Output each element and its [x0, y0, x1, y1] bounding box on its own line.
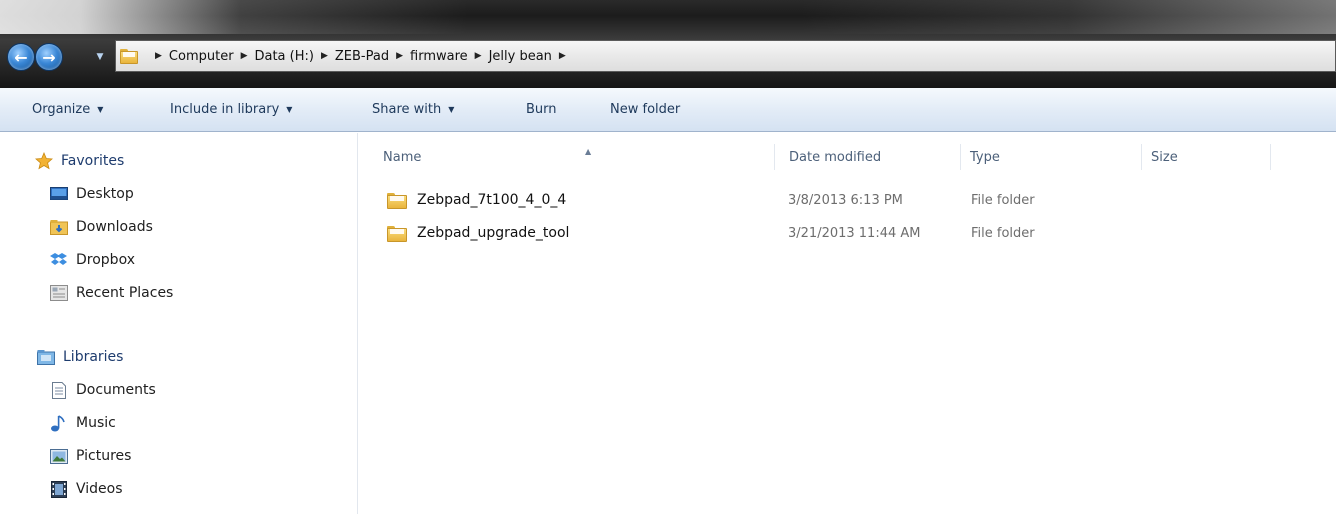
title-bar-glass: [0, 0, 1336, 34]
nav-item-music[interactable]: Music: [50, 414, 116, 431]
organize-button[interactable]: Organize ▼: [32, 102, 103, 117]
breadcrumb-separator-icon[interactable]: ▶: [155, 51, 162, 61]
recent-places-icon: [50, 285, 68, 301]
nav-group-label: Libraries: [63, 349, 124, 365]
navigation-pane: Favorites Desktop Downloads Dropbox Rece…: [0, 133, 358, 514]
nav-item-dropbox[interactable]: Dropbox: [50, 252, 135, 268]
file-list: ▲ Name Date modified Type Size Zebpad_7t…: [359, 133, 1336, 514]
sort-ascending-icon: ▲: [585, 147, 592, 156]
chevron-down-icon: ▼: [97, 105, 104, 114]
breadcrumb-zeb-pad[interactable]: ZEB-Pad: [335, 49, 389, 64]
breadcrumb-firmware[interactable]: firmware: [410, 49, 468, 64]
recent-locations-button[interactable]: ▼: [94, 51, 106, 63]
document-icon: [50, 381, 68, 399]
nav-item-label: Downloads: [76, 219, 153, 235]
title-bar: ← → ▼ ▶ Computer ▶ Data (H:) ▶ ZEB-Pad ▶…: [0, 0, 1336, 88]
file-type: File folder: [971, 192, 1035, 208]
back-button[interactable]: ←: [7, 43, 35, 71]
include-in-library-button[interactable]: Include in library ▼: [170, 102, 292, 117]
breadcrumb-separator-icon[interactable]: ▶: [475, 51, 482, 61]
downloads-folder-icon: [50, 219, 68, 235]
libraries-icon: [37, 349, 55, 365]
breadcrumb-jelly-bean[interactable]: Jelly bean: [489, 49, 552, 64]
nav-item-label: Documents: [76, 382, 156, 398]
nav-item-label: Videos: [76, 481, 123, 497]
file-type: File folder: [971, 225, 1035, 241]
address-bar[interactable]: ▶ Computer ▶ Data (H:) ▶ ZEB-Pad ▶ firmw…: [115, 40, 1336, 72]
burn-button[interactable]: Burn: [526, 102, 557, 117]
file-name: Zebpad_upgrade_tool: [417, 225, 570, 241]
picture-icon: [50, 448, 68, 464]
nav-item-videos[interactable]: Videos: [50, 480, 123, 498]
nav-group-favorites[interactable]: Favorites: [35, 152, 125, 170]
folder-icon: [387, 192, 407, 209]
new-folder-button[interactable]: New folder: [610, 102, 680, 117]
file-date-modified: 3/8/2013 6:13 PM: [788, 192, 903, 208]
nav-group-libraries[interactable]: Libraries: [37, 349, 123, 365]
column-header-name[interactable]: ▲ Name: [375, 144, 775, 170]
nav-item-label: Desktop: [76, 186, 134, 202]
file-date-modified: 3/21/2013 11:44 AM: [788, 225, 921, 241]
nav-group-label: Favorites: [61, 153, 125, 169]
file-name: Zebpad_7t100_4_0_4: [417, 192, 567, 208]
nav-item-label: Dropbox: [76, 252, 135, 268]
nav-item-pictures[interactable]: Pictures: [50, 448, 131, 464]
file-row[interactable]: Zebpad_upgrade_tool 3/21/2013 11:44 AM F…: [381, 219, 1141, 247]
breadcrumb-separator-icon[interactable]: ▶: [321, 51, 328, 61]
share-with-button[interactable]: Share with ▼: [372, 102, 454, 117]
breadcrumb-separator-icon[interactable]: ▶: [241, 51, 248, 61]
arrow-right-icon: →: [42, 47, 56, 67]
command-bar: Organize ▼ Include in library ▼ Share wi…: [0, 88, 1336, 132]
column-header-type[interactable]: Type: [962, 144, 1142, 170]
dropbox-icon: [50, 252, 68, 268]
nav-item-downloads[interactable]: Downloads: [50, 219, 153, 235]
arrow-left-icon: ←: [14, 47, 28, 67]
nav-item-label: Pictures: [76, 448, 132, 464]
nav-item-recent-places[interactable]: Recent Places: [50, 285, 173, 301]
chevron-down-icon: ▼: [286, 105, 293, 114]
forward-button[interactable]: →: [35, 43, 63, 71]
column-header-size[interactable]: Size: [1143, 144, 1271, 170]
breadcrumb-data-drive[interactable]: Data (H:): [254, 49, 313, 64]
star-icon: [35, 152, 53, 170]
breadcrumb-separator-icon[interactable]: ▶: [396, 51, 403, 61]
desktop-icon: [50, 186, 68, 202]
file-row[interactable]: Zebpad_7t100_4_0_4 3/8/2013 6:13 PM File…: [381, 186, 1141, 214]
nav-item-desktop[interactable]: Desktop: [50, 186, 134, 202]
music-note-icon: [50, 414, 68, 431]
breadcrumb-separator-icon[interactable]: ▶: [559, 51, 566, 61]
chevron-down-icon: ▼: [448, 105, 455, 114]
film-icon: [50, 480, 68, 498]
nav-item-label: Recent Places: [76, 285, 174, 301]
column-header-date-modified[interactable]: Date modified: [781, 144, 961, 170]
nav-item-label: Music: [76, 415, 116, 431]
breadcrumb-computer[interactable]: Computer: [169, 49, 234, 64]
folder-icon: [387, 225, 407, 242]
folder-icon: [120, 48, 138, 64]
chevron-down-icon: ▼: [96, 52, 104, 62]
nav-item-documents[interactable]: Documents: [50, 381, 156, 399]
